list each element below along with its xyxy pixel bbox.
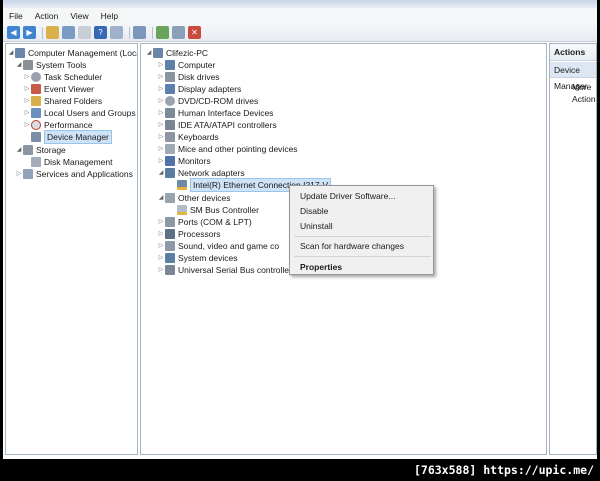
menu-action[interactable]: Action bbox=[35, 11, 59, 21]
device-category[interactable]: ▷ IDE ATA/ATAPI controllers bbox=[157, 119, 277, 131]
forward-arrow-icon[interactable]: ▶ bbox=[23, 26, 36, 39]
system-devices-icon bbox=[165, 253, 175, 263]
toolbar-separator bbox=[42, 26, 43, 39]
device-category[interactable]: ▷ Disk drives bbox=[157, 71, 220, 83]
device-category[interactable]: ▷ System devices bbox=[157, 252, 238, 264]
tree-computer-name[interactable]: ◢ Clifezic-PC bbox=[145, 47, 208, 59]
toolbar-separator bbox=[129, 26, 130, 39]
update-driver-icon[interactable] bbox=[156, 26, 169, 39]
device-category[interactable]: ▷ Universal Serial Bus controllers bbox=[157, 264, 296, 276]
menu-disable[interactable]: Disable bbox=[300, 206, 328, 217]
dvd-drive-icon bbox=[165, 96, 175, 106]
port-icon bbox=[165, 217, 175, 227]
network-adapter-icon bbox=[165, 168, 175, 178]
clock-icon bbox=[31, 72, 41, 82]
properties-icon[interactable] bbox=[78, 26, 91, 39]
actions-subheader[interactable]: Device Manager bbox=[550, 62, 596, 91]
footer-bar: [763x588] https://upic.me/ bbox=[0, 459, 600, 481]
actions-pane: Actions Device Manager More Actions bbox=[549, 43, 597, 455]
computer-icon bbox=[165, 60, 175, 70]
back-arrow-icon[interactable]: ◀ bbox=[7, 26, 20, 39]
menu-update-driver[interactable]: Update Driver Software... bbox=[300, 191, 395, 202]
processor-icon bbox=[165, 229, 175, 239]
menu-uninstall[interactable]: Uninstall bbox=[300, 221, 333, 232]
tree-device-manager[interactable]: Device Manager bbox=[31, 130, 112, 144]
other-devices-icon bbox=[165, 193, 175, 203]
ide-controller-icon bbox=[165, 120, 175, 130]
services-icon bbox=[23, 169, 33, 179]
usb-icon bbox=[165, 265, 175, 275]
actions-header: Actions bbox=[550, 44, 596, 61]
display-adapter-icon bbox=[165, 84, 175, 94]
menu-separator bbox=[294, 256, 431, 257]
pc-icon bbox=[153, 48, 163, 58]
toolbar: ◀ ▶ ? ✕ bbox=[3, 24, 597, 42]
event-viewer-icon bbox=[31, 84, 41, 94]
device-category[interactable]: ▷ Keyboards bbox=[157, 131, 219, 143]
device-item-smbus[interactable]: SM Bus Controller bbox=[177, 204, 259, 216]
tree-local-users[interactable]: ▷ Local Users and Groups bbox=[23, 107, 136, 119]
view-icon[interactable] bbox=[110, 26, 123, 39]
tree-system-tools[interactable]: ◢ System Tools bbox=[15, 59, 86, 71]
device-manager-icon bbox=[31, 132, 41, 142]
show-hide-tree-icon[interactable] bbox=[62, 26, 75, 39]
users-icon bbox=[31, 108, 41, 118]
tree-event-viewer[interactable]: ▷ Event Viewer bbox=[23, 83, 94, 95]
tree-task-scheduler[interactable]: ▷ Task Scheduler bbox=[23, 71, 102, 83]
help-icon[interactable]: ? bbox=[94, 26, 107, 39]
tools-icon bbox=[23, 60, 33, 70]
menu-view[interactable]: View bbox=[70, 11, 88, 21]
disable-device-icon[interactable] bbox=[172, 26, 185, 39]
menu-file[interactable]: File bbox=[9, 11, 23, 21]
device-category[interactable]: ▷ Mice and other pointing devices bbox=[157, 143, 298, 155]
up-folder-icon[interactable] bbox=[46, 26, 59, 39]
hid-icon bbox=[165, 108, 175, 118]
menu-separator bbox=[294, 236, 431, 237]
image-host-caption: [763x588] https://upic.me/ bbox=[413, 463, 594, 477]
disk-icon bbox=[31, 157, 41, 167]
menu-properties[interactable]: Properties bbox=[300, 262, 342, 273]
tree-disk-management[interactable]: Disk Management bbox=[31, 156, 113, 168]
storage-icon bbox=[23, 145, 33, 155]
device-category[interactable]: ▷ Computer bbox=[157, 59, 215, 71]
computer-icon bbox=[15, 48, 25, 58]
uninstall-device-icon[interactable]: ✕ bbox=[188, 26, 201, 39]
device-category[interactable]: ▷ Ports (COM & LPT) bbox=[157, 216, 252, 228]
mouse-icon bbox=[165, 144, 175, 154]
device-category[interactable]: ▷ Processors bbox=[157, 228, 221, 240]
device-category[interactable]: ▷ Sound, video and game co bbox=[157, 240, 279, 252]
device-category[interactable]: ▷ Display adapters bbox=[157, 83, 241, 95]
sound-icon bbox=[165, 241, 175, 251]
ethernet-warning-icon bbox=[177, 180, 187, 190]
tree-root[interactable]: ◢ Computer Management (Local bbox=[7, 47, 137, 59]
unknown-device-warning-icon bbox=[177, 205, 187, 215]
device-category[interactable]: ▷ Human Interface Devices bbox=[157, 107, 273, 119]
more-actions-link[interactable]: More Actions bbox=[572, 81, 596, 105]
performance-icon bbox=[31, 120, 41, 130]
title-bar bbox=[3, 0, 597, 8]
shared-folder-icon bbox=[31, 96, 41, 106]
tree-services[interactable]: ▷ Services and Applications bbox=[15, 168, 133, 180]
device-category[interactable]: ▷ DVD/CD-ROM drives bbox=[157, 95, 258, 107]
disk-drive-icon bbox=[165, 72, 175, 82]
menu-scan-hardware[interactable]: Scan for hardware changes bbox=[300, 241, 404, 252]
menu-bar: File Action View Help bbox=[3, 8, 597, 24]
console-tree: ◢ Computer Management (Local ◢ System To… bbox=[5, 43, 138, 455]
device-category-other[interactable]: ◢ Other devices bbox=[157, 192, 230, 204]
toolbar-separator bbox=[152, 26, 153, 39]
menu-help[interactable]: Help bbox=[101, 11, 118, 21]
keyboard-icon bbox=[165, 132, 175, 142]
monitor-icon bbox=[165, 156, 175, 166]
tree-shared-folders[interactable]: ▷ Shared Folders bbox=[23, 95, 102, 107]
device-category[interactable]: ▷ Monitors bbox=[157, 155, 211, 167]
tree-storage[interactable]: ◢ Storage bbox=[15, 144, 66, 156]
scan-hardware-icon[interactable] bbox=[133, 26, 146, 39]
context-menu: Update Driver Software... Disable Uninst… bbox=[289, 185, 434, 275]
